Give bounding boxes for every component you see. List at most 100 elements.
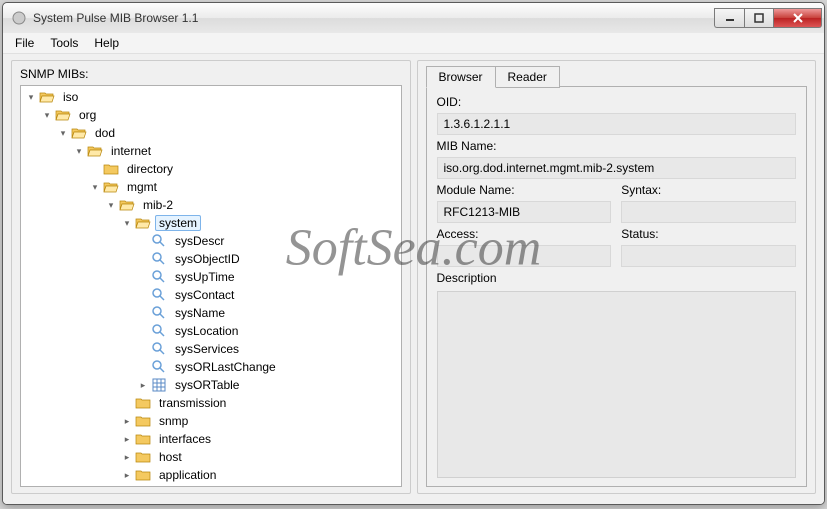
tree-node-interfaces[interactable]: ▸ interfaces (21, 430, 401, 448)
tree-node-label: mib-2 (139, 197, 177, 213)
tree-node-sysObjectID[interactable]: sysObjectID (21, 250, 401, 268)
details-panel: Browser Reader OID: 1.3.6.1.2.1.1 MIB Na… (417, 60, 817, 494)
tree-node-label: directory (123, 161, 177, 177)
application-window: System Pulse MIB Browser 1.1 File Tools … (2, 2, 825, 505)
folder-closed-icon (135, 431, 151, 447)
tree-node-system[interactable]: ▾ system (21, 214, 401, 232)
tree-node-mib-2[interactable]: ▾ mib-2 (21, 196, 401, 214)
leaf-icon (151, 251, 167, 267)
status-value (621, 245, 796, 267)
tree-node-snmp[interactable]: ▸snmp (21, 412, 401, 430)
leaf-icon (151, 305, 167, 321)
tree-container: ▾iso▾org▾dod▾internetdirectory▾mgmt▾mib-… (20, 85, 402, 487)
tree-node-sysName[interactable]: sysName (21, 304, 401, 322)
leaf-icon (151, 233, 167, 249)
menu-help[interactable]: Help (86, 34, 127, 52)
window-title: System Pulse MIB Browser 1.1 (33, 11, 714, 25)
tree-scroll[interactable]: ▾iso▾org▾dod▾internetdirectory▾mgmt▾mib-… (21, 86, 401, 486)
tree-node-label: org (75, 107, 100, 123)
folder-closed-icon (135, 449, 151, 465)
tree-node-sysORTable[interactable]: ▸sysORTable (21, 376, 401, 394)
status-label: Status: (621, 227, 796, 241)
expand-toggle-icon[interactable]: ▾ (121, 217, 133, 229)
tree-node-sysServices[interactable]: sysServices (21, 340, 401, 358)
syntax-value (621, 201, 796, 223)
tab-reader[interactable]: Reader (495, 66, 560, 88)
folder-open-icon (55, 107, 71, 123)
expand-toggle-icon[interactable]: ▾ (41, 109, 53, 121)
minimize-button[interactable] (714, 8, 744, 28)
tree-node-label: host (155, 449, 186, 465)
description-label: Description (437, 271, 797, 285)
tree-node-internet[interactable]: ▾ internet (21, 142, 401, 160)
oid-value: 1.3.6.1.2.1.1 (437, 113, 797, 135)
tree-node-sysLocation[interactable]: sysLocation (21, 322, 401, 340)
app-icon (11, 10, 27, 26)
tree-node-sysContact[interactable]: sysContact (21, 286, 401, 304)
tree-node-label: transmission (155, 395, 230, 411)
tab-body: OID: 1.3.6.1.2.1.1 MIB Name: iso.org.dod… (426, 86, 808, 487)
expand-toggle-icon[interactable]: ▾ (57, 127, 69, 139)
tree-node-label: sysORLastChange (171, 359, 280, 375)
tree-node-label: sysServices (171, 341, 243, 357)
leaf-icon (151, 323, 167, 339)
tree-node-label: internet (107, 143, 155, 159)
tree-node-transmission[interactable]: transmission (21, 394, 401, 412)
folder-closed-icon (135, 413, 151, 429)
tree-node-application[interactable]: ▸application (21, 466, 401, 484)
tree-node-directory[interactable]: directory (21, 160, 401, 178)
tree-node-mgmt[interactable]: ▾mgmt (21, 178, 401, 196)
expand-toggle-icon[interactable]: ▸ (121, 433, 133, 445)
expand-toggle-icon[interactable]: ▾ (73, 145, 85, 157)
expand-toggle-icon[interactable]: ▾ (105, 199, 117, 211)
folder-open-icon (119, 197, 135, 213)
mibname-value: iso.org.dod.internet.mgmt.mib-2.system (437, 157, 797, 179)
tree-node-host[interactable]: ▸ host (21, 448, 401, 466)
tree-node-dod[interactable]: ▾ dod (21, 124, 401, 142)
folder-closed-icon (135, 467, 151, 483)
oid-label: OID: (437, 95, 797, 109)
tree-node-label: sysObjectID (171, 251, 244, 267)
close-button[interactable] (774, 8, 822, 28)
expand-toggle-icon[interactable]: ▾ (89, 181, 101, 193)
syntax-label: Syntax: (621, 183, 796, 197)
tree-node-at[interactable]: ▸at (21, 484, 401, 486)
leaf-icon (151, 359, 167, 375)
tree-node-sysDescr[interactable]: sysDescr (21, 232, 401, 250)
tree-node-label: system (155, 215, 201, 231)
expand-toggle-icon[interactable]: ▸ (121, 469, 133, 481)
tree-node-label: interfaces (155, 431, 215, 447)
folder-closed-icon (135, 485, 151, 486)
folder-open-icon (71, 125, 87, 141)
tree-node-label: sysDescr (171, 233, 228, 249)
tree-node-label: at (155, 485, 173, 486)
expand-toggle-icon[interactable]: ▾ (25, 91, 37, 103)
menu-tools[interactable]: Tools (42, 34, 86, 52)
tree-node-label: iso (59, 89, 82, 105)
description-box (437, 291, 797, 478)
tab-browser[interactable]: Browser (426, 66, 496, 88)
tree-node-sysORLastChange[interactable]: sysORLastChange (21, 358, 401, 376)
mibname-label: MIB Name: (437, 139, 797, 153)
expand-toggle-icon[interactable]: ▸ (121, 415, 133, 427)
access-label: Access: (437, 227, 612, 241)
module-value: RFC1213-MIB (437, 201, 612, 223)
tree-node-org[interactable]: ▾ org (21, 106, 401, 124)
expand-toggle-icon[interactable]: ▸ (121, 451, 133, 463)
menu-file[interactable]: File (7, 34, 42, 52)
expand-toggle-icon[interactable]: ▸ (137, 379, 149, 391)
leaf-icon (151, 269, 167, 285)
tree-node-iso[interactable]: ▾ iso (21, 88, 401, 106)
folder-closed-icon (135, 395, 151, 411)
mib-tree-panel: SNMP MIBs: ▾iso▾org▾dod▾internetdirector… (11, 60, 411, 494)
content-area: SNMP MIBs: ▾iso▾org▾dod▾internetdirector… (3, 54, 824, 504)
maximize-button[interactable] (744, 8, 774, 28)
titlebar[interactable]: System Pulse MIB Browser 1.1 (3, 3, 824, 33)
tree-node-label: sysContact (171, 287, 238, 303)
tree-node-sysUpTime[interactable]: sysUpTime (21, 268, 401, 286)
folder-open-icon (39, 89, 55, 105)
tree-node-label: dod (91, 125, 119, 141)
tree-node-label: sysLocation (171, 323, 242, 339)
folder-closed-icon (103, 161, 119, 177)
window-buttons (714, 8, 822, 28)
